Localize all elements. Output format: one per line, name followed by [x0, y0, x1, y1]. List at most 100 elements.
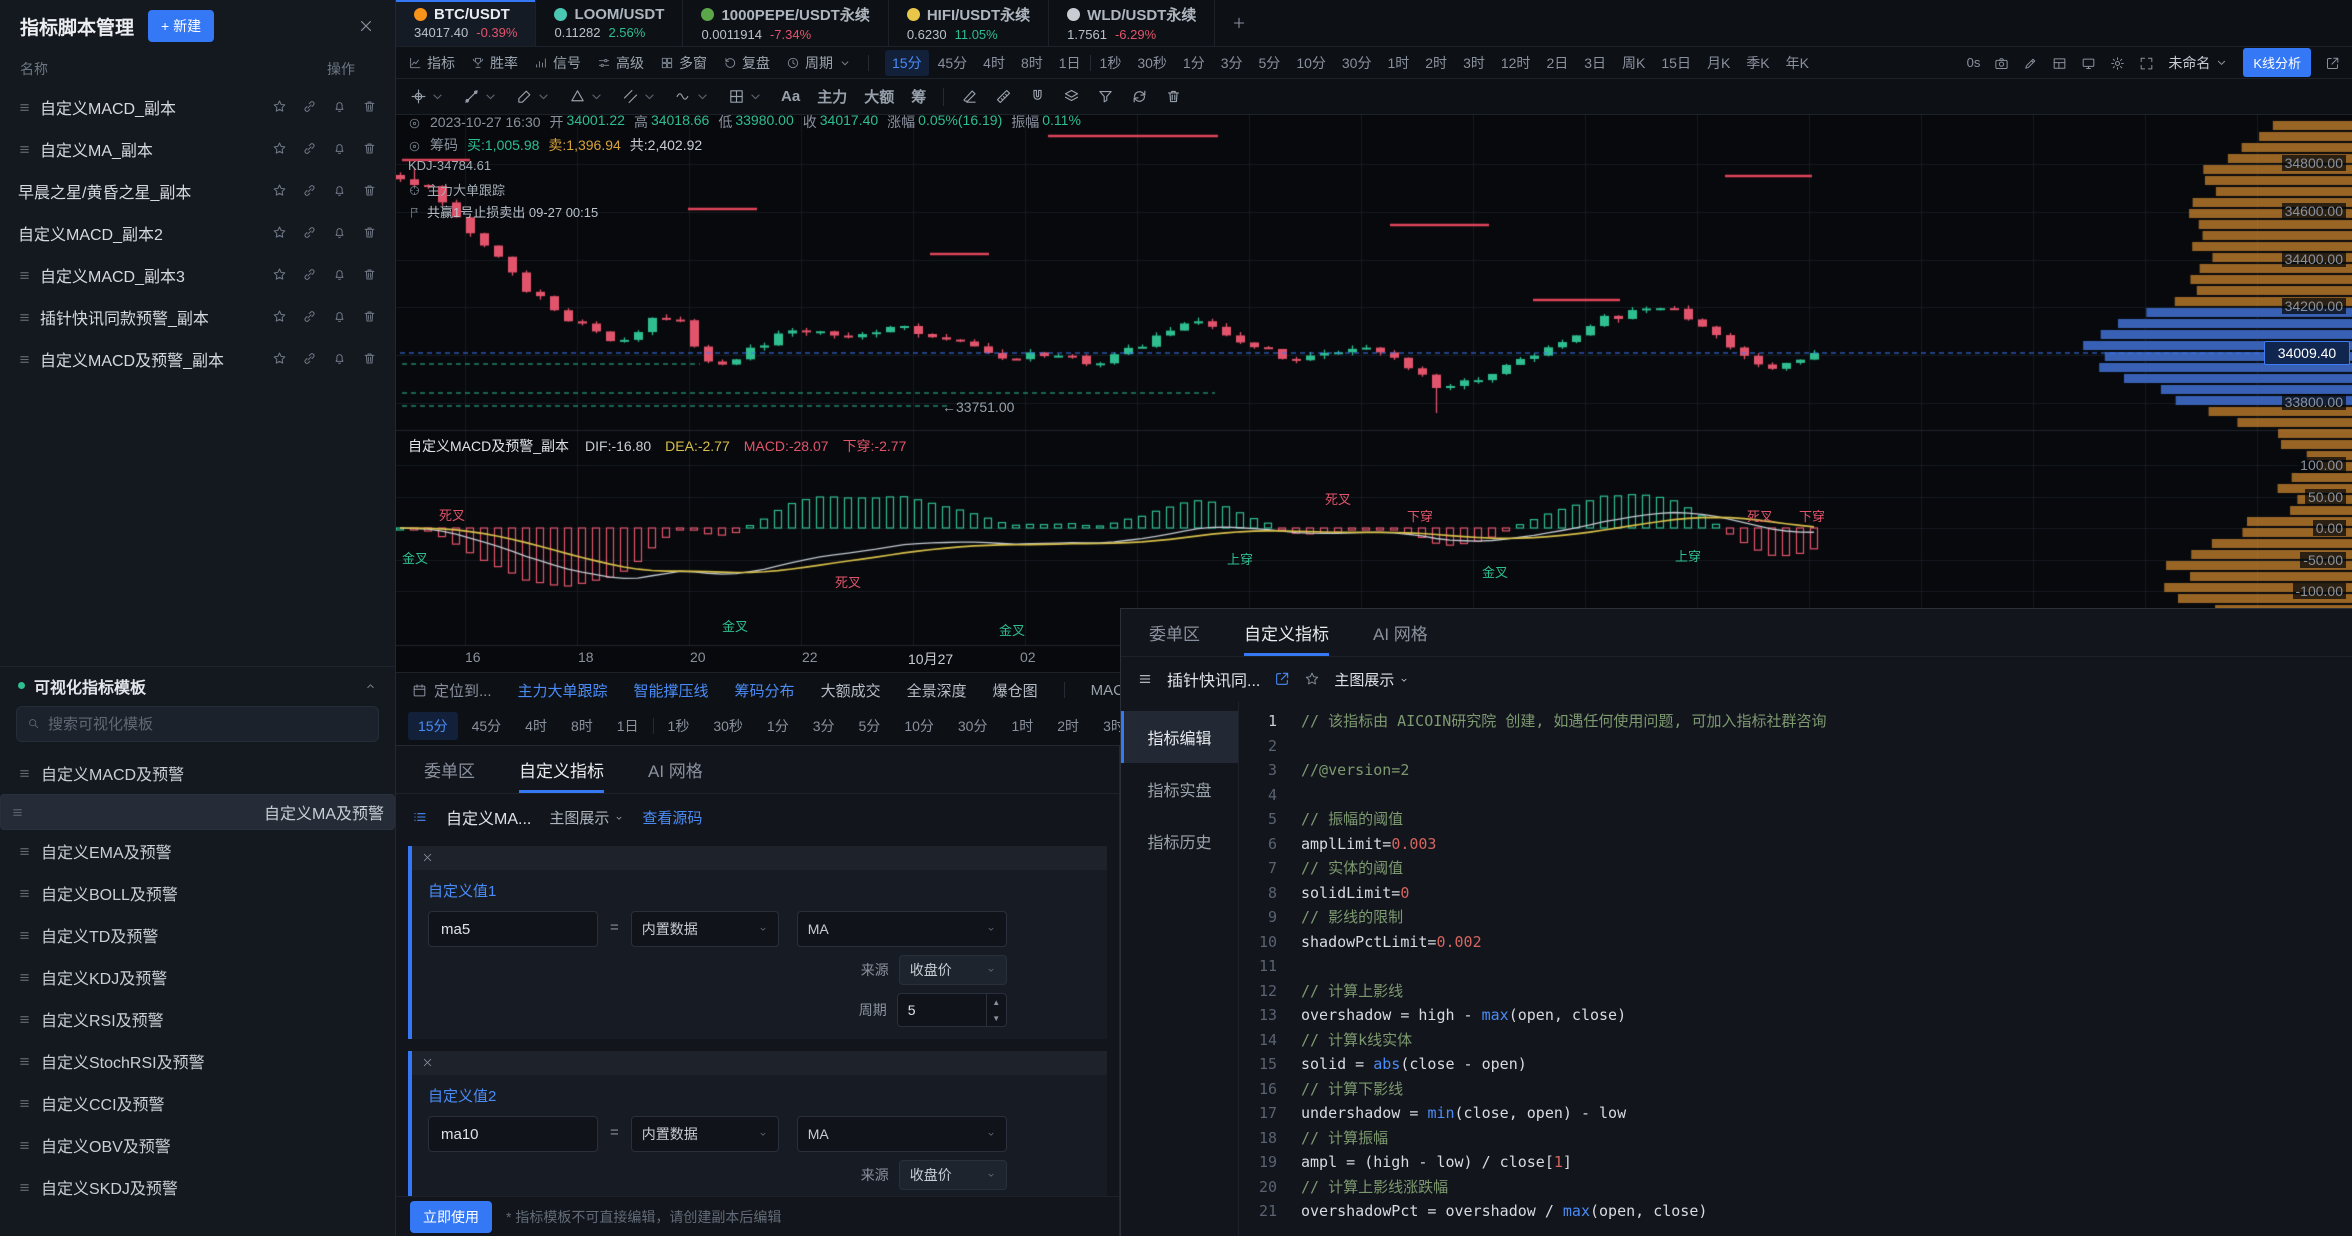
draw-tool-magnet[interactable] [1029, 88, 1046, 105]
template-row[interactable]: 自定义CCI及预警 [0, 1082, 395, 1124]
toolbar-多窗[interactable]: 多窗 [660, 53, 707, 73]
template-row[interactable]: 自定义KDJ及预警 [0, 956, 395, 998]
template-row[interactable]: 自定义OBV及预警 [0, 1124, 395, 1166]
editor-nav-指标历史[interactable]: 指标历史 [1121, 815, 1238, 867]
template-row[interactable]: 自定义EMA及预警 [0, 830, 395, 872]
function-select[interactable]: MA [797, 911, 1007, 947]
script-row[interactable]: 早晨之星/黄昏之星_副本 [0, 170, 395, 212]
collapse-icon[interactable] [364, 677, 377, 695]
period-option[interactable]: 30分 [948, 712, 998, 740]
function-toggle[interactable]: 主力大单跟踪 [518, 680, 608, 701]
display-mode-select[interactable]: 主图展示 [549, 807, 624, 828]
function-toggle[interactable]: 筹码分布 [735, 680, 795, 701]
period-option[interactable]: 1时 [1001, 712, 1043, 740]
camera-button[interactable] [1994, 54, 2009, 71]
pencil-button[interactable] [2023, 54, 2038, 71]
trash-action[interactable] [362, 140, 377, 158]
locate-button[interactable]: 定位到... [412, 680, 492, 701]
view-source-link[interactable]: 查看源码 [642, 807, 702, 828]
period-option[interactable]: 45分 [462, 712, 512, 740]
period-option[interactable]: 1秒 [1093, 50, 1129, 76]
period-option[interactable]: 5分 [849, 712, 891, 740]
panel-tab-委单区[interactable]: 委单区 [1127, 609, 1222, 656]
monitor-button[interactable] [2081, 54, 2096, 71]
apply-button[interactable]: 立即使用 [410, 1201, 492, 1233]
script-row[interactable]: 自定义MACD_副本 [0, 86, 395, 128]
layout-name-select[interactable]: 未命名 [2168, 53, 2229, 73]
draw-tool-trendline[interactable] [463, 88, 499, 106]
origin-select[interactable]: 收盘价 [899, 1160, 1007, 1190]
star-icon[interactable] [1304, 670, 1320, 688]
pair-tab[interactable]: LOOM/USDT0.112822.56% [536, 0, 683, 46]
template-row[interactable]: 自定义BOLL及预警 [0, 872, 395, 914]
pair-tab[interactable]: 1000PEPE/USDT永续0.0011914-7.34% [683, 0, 888, 46]
period-option[interactable]: 10分 [1289, 50, 1333, 76]
trash-action[interactable] [362, 98, 377, 116]
new-script-button[interactable]: + 新建 [148, 10, 214, 42]
period-option[interactable]: 周K [1615, 50, 1652, 76]
draw-tool-shapes[interactable] [569, 88, 605, 106]
script-row[interactable]: 自定义MACD_副本2 [0, 212, 395, 254]
link-action[interactable] [302, 266, 317, 284]
period-option[interactable]: 3分 [1214, 50, 1250, 76]
panel-tab-自定义指标[interactable]: 自定义指标 [1222, 609, 1351, 656]
step-up[interactable]: ▲ [987, 994, 1006, 1010]
star-action[interactable] [272, 182, 287, 200]
panel-tab-自定义指标[interactable]: 自定义指标 [497, 746, 626, 793]
candlestick-chart[interactable] [396, 115, 2352, 672]
script-row[interactable]: 自定义MA_副本 [0, 128, 395, 170]
toolbar-信号[interactable]: 信号 [534, 53, 581, 73]
period-option[interactable]: 2时 [1418, 50, 1454, 76]
period-option[interactable]: 45分 [931, 50, 975, 76]
list-icon[interactable] [1137, 670, 1153, 688]
draw-tool-crosshair[interactable] [410, 88, 446, 106]
trash-action[interactable] [362, 266, 377, 284]
bell-action[interactable] [332, 182, 347, 200]
period-option[interactable]: 1分 [757, 712, 799, 740]
indicator-list-icon[interactable] [412, 808, 428, 826]
link-action[interactable] [302, 98, 317, 116]
pair-tab[interactable]: WLD/USDT永续1.7561-6.29% [1049, 0, 1215, 46]
toolbar-周期[interactable]: 周期 [786, 53, 852, 73]
quick-tool-主力[interactable]: 主力 [817, 86, 847, 107]
draw-tool-trash[interactable] [1165, 88, 1182, 105]
star-action[interactable] [272, 98, 287, 116]
draw-tool-wave[interactable] [675, 88, 711, 106]
link-action[interactable] [302, 224, 317, 242]
template-row[interactable]: 自定义MACD及预警 [0, 752, 395, 794]
template-row[interactable]: 自定义MA及预警 [0, 794, 395, 830]
period-option[interactable]: 1日 [1052, 50, 1088, 76]
period-option[interactable]: 月K [1700, 50, 1737, 76]
period-option[interactable]: 1分 [1176, 50, 1212, 76]
script-row[interactable]: 自定义MACD及预警_副本 [0, 338, 395, 380]
template-search[interactable] [16, 706, 379, 742]
toolbar-指标[interactable]: 指标 [408, 53, 455, 73]
editor-nav-指标编辑[interactable]: 指标编辑 [1121, 711, 1238, 763]
period-option[interactable]: 30秒 [1130, 50, 1174, 76]
period-option[interactable]: 1秒 [658, 712, 700, 740]
code-editor[interactable]: 1// 该指标由 AICOIN研究院 创建, 如遇任何使用问题, 可加入指标社群… [1239, 701, 2352, 1236]
period-option[interactable]: 15分 [408, 712, 458, 740]
search-input[interactable] [48, 716, 368, 733]
toolbar-高级[interactable]: 高级 [597, 53, 644, 73]
link-action[interactable] [302, 182, 317, 200]
trash-action[interactable] [362, 224, 377, 242]
function-select[interactable]: MA [797, 1116, 1007, 1152]
editor-nav-指标实盘[interactable]: 指标实盘 [1121, 763, 1238, 815]
trash-action[interactable] [362, 182, 377, 200]
collapse-panel-button[interactable] [2325, 54, 2340, 71]
period-option[interactable]: 5分 [1252, 50, 1288, 76]
star-action[interactable] [272, 350, 287, 368]
templates-section-header[interactable]: 可视化指标模板 [0, 666, 395, 704]
script-row[interactable]: 插针快讯同款预警_副本 [0, 296, 395, 338]
expand-button[interactable] [2139, 54, 2154, 71]
quick-tool-大额[interactable]: 大额 [864, 86, 894, 107]
variable-name-input[interactable] [428, 1116, 598, 1152]
period-option[interactable]: 12时 [1494, 50, 1538, 76]
panel-tab-AI 网格[interactable]: AI 网格 [1351, 609, 1450, 656]
period-option[interactable]: 3日 [1577, 50, 1613, 76]
layout-button[interactable] [2052, 54, 2067, 71]
period-option[interactable]: 2时 [1047, 712, 1089, 740]
remove-card-button[interactable] [421, 1054, 434, 1072]
period-option[interactable]: 2日 [1539, 50, 1575, 76]
